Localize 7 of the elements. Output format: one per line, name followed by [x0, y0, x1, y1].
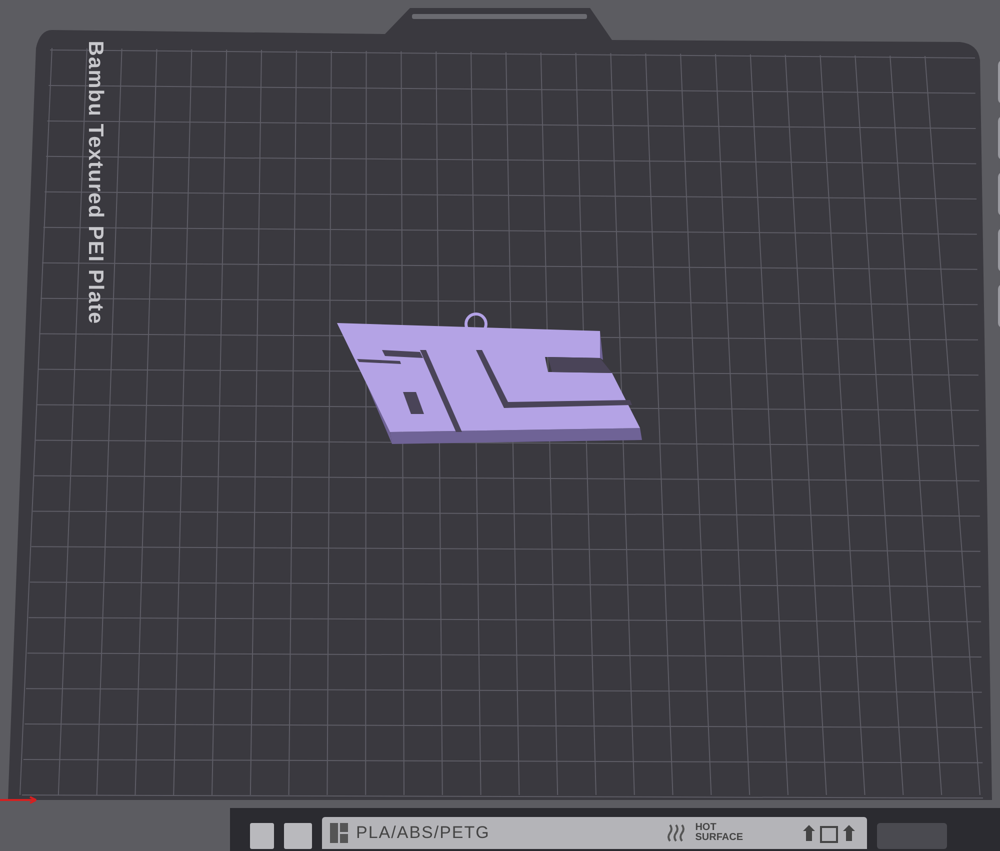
- heat-icon: [665, 823, 688, 843]
- plate-name: Bambu Textured PEI Plate: [84, 40, 107, 325]
- material-label: PLA/ABS/PETG: [356, 822, 490, 844]
- axis-line: [0, 796, 37, 804]
- warning-label: HOT: [695, 823, 718, 833]
- grid-icon: [330, 823, 348, 843]
- warning-label: SURFACE: [695, 833, 743, 843]
